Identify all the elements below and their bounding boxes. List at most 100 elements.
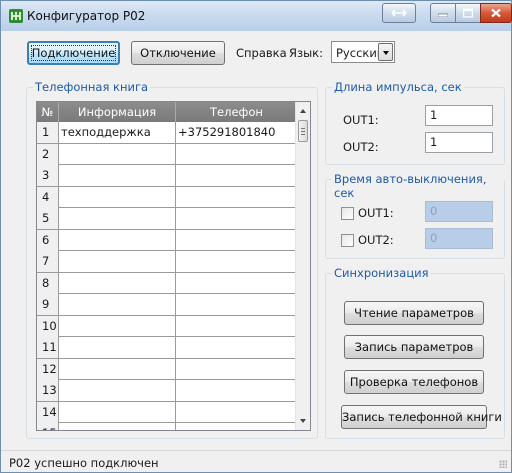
info-cell[interactable] [59, 165, 176, 186]
autooff-out1-label: OUT1: [358, 206, 394, 220]
info-cell[interactable] [59, 143, 176, 165]
maximize-icon [463, 8, 473, 18]
help-menu[interactable]: Справка [236, 46, 287, 60]
info-cell[interactable] [59, 272, 176, 294]
grip-line [301, 131, 305, 132]
info-cell[interactable] [59, 380, 176, 401]
write-phonebook-button[interactable]: Запись телефонной книги [341, 405, 502, 429]
info-cell[interactable] [59, 251, 176, 272]
row-number: 4 [37, 186, 59, 208]
autooff-out1-checkbox[interactable] [341, 207, 354, 220]
status-text: P02 успешно подключен [9, 456, 159, 470]
title-bar[interactable]: Конфигуратор P02 [1, 1, 512, 31]
row-number: 13 [37, 380, 59, 401]
phone-cell[interactable]: +375291801840 [176, 122, 297, 143]
column-header-phone[interactable]: Телефон [176, 102, 297, 122]
close-icon [491, 8, 501, 18]
table-header: № Информация Телефон [37, 102, 297, 122]
table-row[interactable]: 13 [37, 380, 297, 402]
info-cell[interactable] [59, 208, 176, 229]
row-number: 11 [37, 337, 59, 358]
scroll-up-arrow-icon[interactable] [300, 109, 306, 113]
table-row[interactable]: 9 [37, 294, 297, 316]
table-row[interactable]: 12 [37, 358, 297, 380]
autooff-title: Время авто-выключения, сек [332, 172, 504, 200]
autooff-out2-input[interactable]: 0 [425, 228, 493, 249]
table-row[interactable]: 8 [37, 272, 297, 294]
table-row[interactable]: 10 [37, 315, 297, 337]
phone-cell[interactable] [176, 423, 297, 430]
minimize-icon [438, 13, 448, 17]
phone-cell[interactable] [176, 187, 297, 208]
info-cell[interactable] [59, 229, 176, 251]
phone-cell[interactable] [176, 273, 297, 294]
autooff-out2-label: OUT2: [358, 233, 394, 247]
app-window: Конфигуратор P02 Подключение Отключение … [0, 0, 512, 473]
info-cell[interactable] [59, 294, 176, 315]
minimize-button[interactable] [430, 3, 456, 23]
row-number: 1 [37, 122, 59, 143]
pulse-out2-input[interactable]: 1 [425, 132, 493, 153]
table-row[interactable]: 3 [37, 165, 297, 187]
window-title: Конфигуратор P02 [27, 9, 146, 23]
app-icon [9, 9, 23, 23]
sync-title: Синхронизация [332, 266, 431, 280]
row-number: 6 [37, 229, 59, 251]
scroll-down-arrow-icon[interactable] [300, 419, 306, 423]
close-button[interactable] [480, 3, 512, 23]
phone-cell[interactable] [176, 402, 297, 423]
check-phones-button[interactable]: Проверка телефонов [344, 370, 484, 394]
table-row[interactable]: 2 [37, 143, 297, 165]
phone-cell[interactable] [176, 359, 297, 380]
row-number: 8 [37, 272, 59, 294]
grip-line [301, 128, 305, 129]
scrollbar-thumb[interactable] [298, 120, 308, 142]
table-scrollbar[interactable] [295, 102, 310, 430]
phone-cell[interactable] [176, 294, 297, 315]
language-select[interactable]: Русский [331, 41, 395, 63]
phone-cell[interactable] [176, 230, 297, 251]
autooff-out1-input[interactable]: 0 [425, 201, 493, 222]
phone-cell[interactable] [176, 380, 297, 401]
table-row[interactable]: 15 [37, 423, 297, 430]
phone-cell[interactable] [176, 251, 297, 272]
row-number: 9 [37, 294, 59, 315]
read-params-button[interactable]: Чтение параметров [344, 301, 484, 325]
table-row[interactable]: 7 [37, 251, 297, 273]
connect-button[interactable]: Подключение [27, 41, 120, 65]
column-header-info[interactable]: Информация [59, 102, 176, 122]
row-number: 5 [37, 208, 59, 229]
restore-arrows-button[interactable] [382, 3, 416, 23]
info-cell[interactable] [59, 401, 176, 423]
phonebook-table[interactable]: № Информация Телефон 1 техподдержка +37529… [36, 101, 311, 431]
table-row[interactable]: 5 [37, 208, 297, 230]
maximize-button[interactable] [455, 3, 481, 23]
row-number: 12 [37, 358, 59, 380]
status-bar: P02 успешно подключен [1, 450, 511, 472]
phone-cell[interactable] [176, 165, 297, 186]
info-cell[interactable] [59, 358, 176, 380]
autooff-out2-checkbox[interactable] [341, 234, 354, 247]
write-params-button[interactable]: Запись параметров [344, 335, 484, 359]
phone-cell[interactable] [176, 144, 297, 165]
info-cell[interactable] [59, 337, 176, 358]
disconnect-button[interactable]: Отключение [131, 41, 225, 65]
info-cell[interactable] [59, 186, 176, 208]
table-row[interactable]: 4 [37, 186, 297, 208]
chevron-down-icon[interactable] [378, 43, 393, 61]
phone-cell[interactable] [176, 337, 297, 358]
table-row[interactable]: 6 [37, 229, 297, 251]
info-cell[interactable] [59, 315, 176, 337]
phone-cell[interactable] [176, 316, 297, 337]
pulse-out1-input[interactable]: 1 [425, 105, 493, 126]
info-cell[interactable]: техподдержка [59, 122, 176, 143]
table-row[interactable]: 1 техподдержка +375291801840 [37, 122, 297, 144]
phone-cell[interactable] [176, 208, 297, 229]
table-row[interactable]: 11 [37, 337, 297, 359]
row-number: 15 [37, 423, 59, 430]
column-header-number[interactable]: № [37, 102, 59, 122]
language-label: Язык: [289, 46, 324, 60]
info-cell[interactable] [59, 423, 176, 430]
table-row[interactable]: 14 [37, 401, 297, 423]
resize-grip-icon[interactable] [499, 460, 507, 468]
